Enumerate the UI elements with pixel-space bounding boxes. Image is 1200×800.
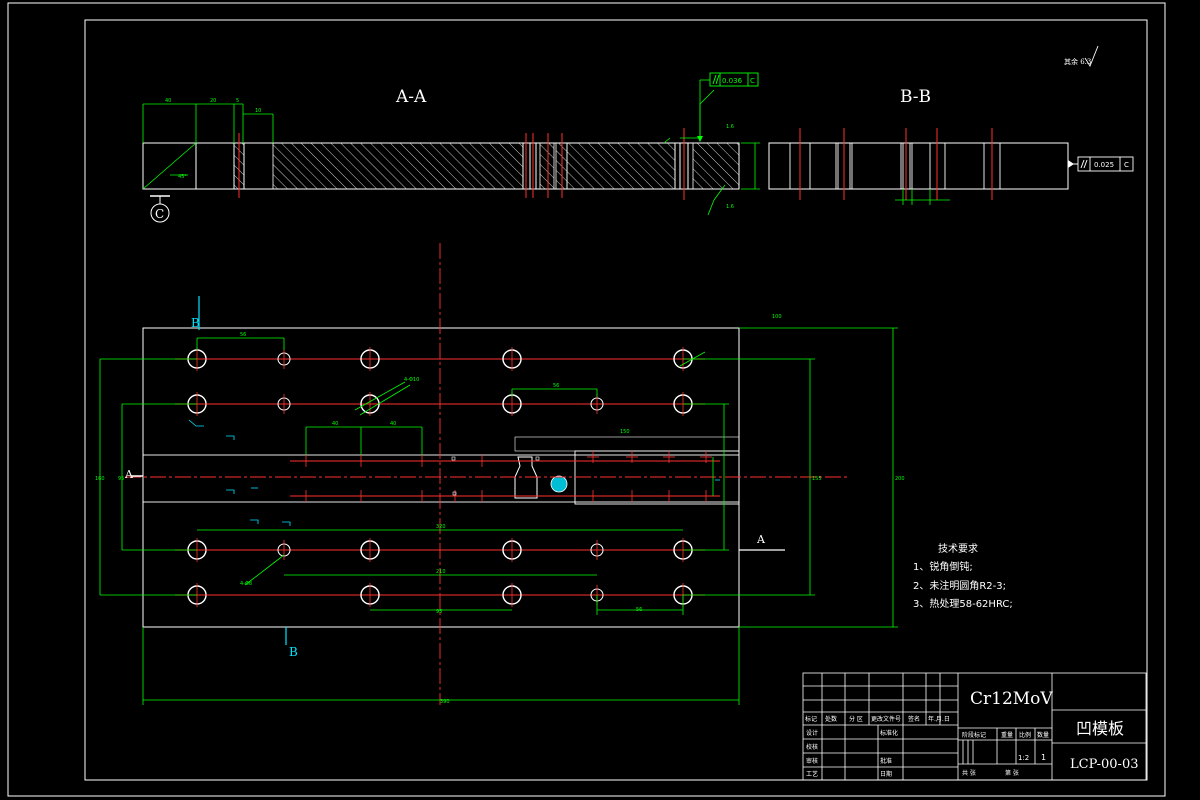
scale-value: 1:2 [1018,754,1029,762]
role-approve: 批准 [880,757,892,765]
tech-requirements-heading: 技术要求 [938,542,978,555]
tech-requirement-2: 2、未注明圆角R2-3; [913,579,1006,592]
svg-text:390: 390 [440,699,450,705]
svg-text:320: 320 [436,524,446,530]
cad-drawing: A-A 40 20 5 1045° 1.61.6 0.036 C C B-B 0… [7,2,1166,797]
parallel-tolerance-right-datum: C [1124,161,1129,169]
section-marker-a-left: A [124,468,143,481]
plan-centerlines [125,243,850,705]
svg-text:5: 5 [236,98,239,104]
section-bb-title: B-B [900,87,931,107]
svg-text:1.6: 1.6 [726,124,734,130]
section-aa-title: A-A [395,87,427,107]
svg-text:56: 56 [553,383,559,389]
parallel-tolerance-frame-top: 0.036 C [697,72,759,142]
svg-text:160: 160 [95,476,105,482]
section-marker-a-right: A [739,533,785,551]
header-count: 处数 [825,715,837,723]
title-block-text: Cr12MoV 凹模板 LCP-00-03 1:2 1 标记 处数 分 区 更改… [805,689,1139,778]
svg-text:155: 155 [812,476,822,482]
sheet-outer-border [7,2,1166,797]
sheet-number: 第 张 [1005,769,1019,777]
role-review: 审核 [806,757,818,765]
svg-text:56: 56 [240,332,246,338]
role-design: 设计 [806,729,818,737]
role-check: 校核 [806,743,818,751]
datum-c-marker: C [150,195,170,223]
section-aa-view: A-A 40 20 5 1045° 1.61.6 0.036 C C [142,72,760,223]
role-process: 工艺 [806,770,818,778]
svg-text:100: 100 [772,314,782,320]
sheet-inner-border [84,19,1148,781]
svg-text:10: 10 [255,108,261,114]
drawing-number: LCP-00-03 [1070,757,1139,772]
svg-text:4-Φ10: 4-Φ10 [404,377,419,383]
header-signature: 签名 [908,715,920,723]
svg-text:45°: 45° [178,174,187,180]
svg-text:210: 210 [436,569,446,575]
parallel-tolerance-right-value: 0.025 [1094,161,1114,169]
svg-text:95: 95 [436,609,442,615]
quantity-label: 数量 [1037,731,1049,739]
quantity-value: 1 [1041,753,1046,762]
plan-dimensions [99,327,898,705]
svg-text:40: 40 [165,98,171,104]
header-date: 年.月.日 [928,715,950,723]
svg-text:40: 40 [332,421,338,427]
weight-label: 重量 [1001,731,1013,739]
stage-mark-label: 阶段标记 [962,731,986,739]
section-marker-b-top: B [191,296,200,330]
svg-text:20: 20 [210,98,216,104]
plan-view: 390 200 155 160 95 56 56 40 40 150 320 21… [95,243,905,705]
section-marker-b-bottom: B [285,627,298,659]
section-marker-a-right-label: A [756,533,766,546]
part-name: 凹模板 [1076,719,1124,738]
header-mark: 标记 [805,715,817,723]
roughness-symbol-other: 其余 6.3 [1064,45,1099,67]
role-date: 日期 [880,770,892,778]
section-bb-view: B-B 0.025 C [768,87,1134,205]
scale-label: 比例 [1019,731,1031,739]
svg-text:200: 200 [895,476,905,482]
parallel-tolerance-top-value: 0.036 [722,77,743,85]
svg-text:95: 95 [118,476,124,482]
svg-text:150: 150 [620,429,630,435]
header-zone: 分 区 [849,715,863,723]
datum-c-label: C [155,207,164,221]
section-marker-b-bottom-label: B [289,645,298,659]
header-change-doc: 更改文件号 [871,715,901,723]
sheet-total: 共 张 [962,769,976,777]
technical-requirements: 技术要求 1、锐角倒钝; 2、未注明圆角R2-3; 3、热处理58-62HRC; [913,542,1013,610]
tech-requirement-3: 3、热处理58-62HRC; [913,597,1013,610]
tech-requirement-1: 1、锐角倒钝; [913,560,973,573]
role-standardization: 标准化 [880,729,898,737]
svg-text:4-Φ8: 4-Φ8 [240,581,252,587]
section-marker-a-left-label: A [124,468,134,481]
svg-text:40: 40 [390,421,396,427]
svg-text:56: 56 [636,607,642,613]
material: Cr12MoV [970,689,1053,709]
parallel-tolerance-frame-right: 0.025 C [1068,156,1134,172]
svg-text:1.6: 1.6 [726,204,734,210]
plate-outline [142,327,740,628]
parallel-tolerance-top-datum: C [750,77,755,85]
